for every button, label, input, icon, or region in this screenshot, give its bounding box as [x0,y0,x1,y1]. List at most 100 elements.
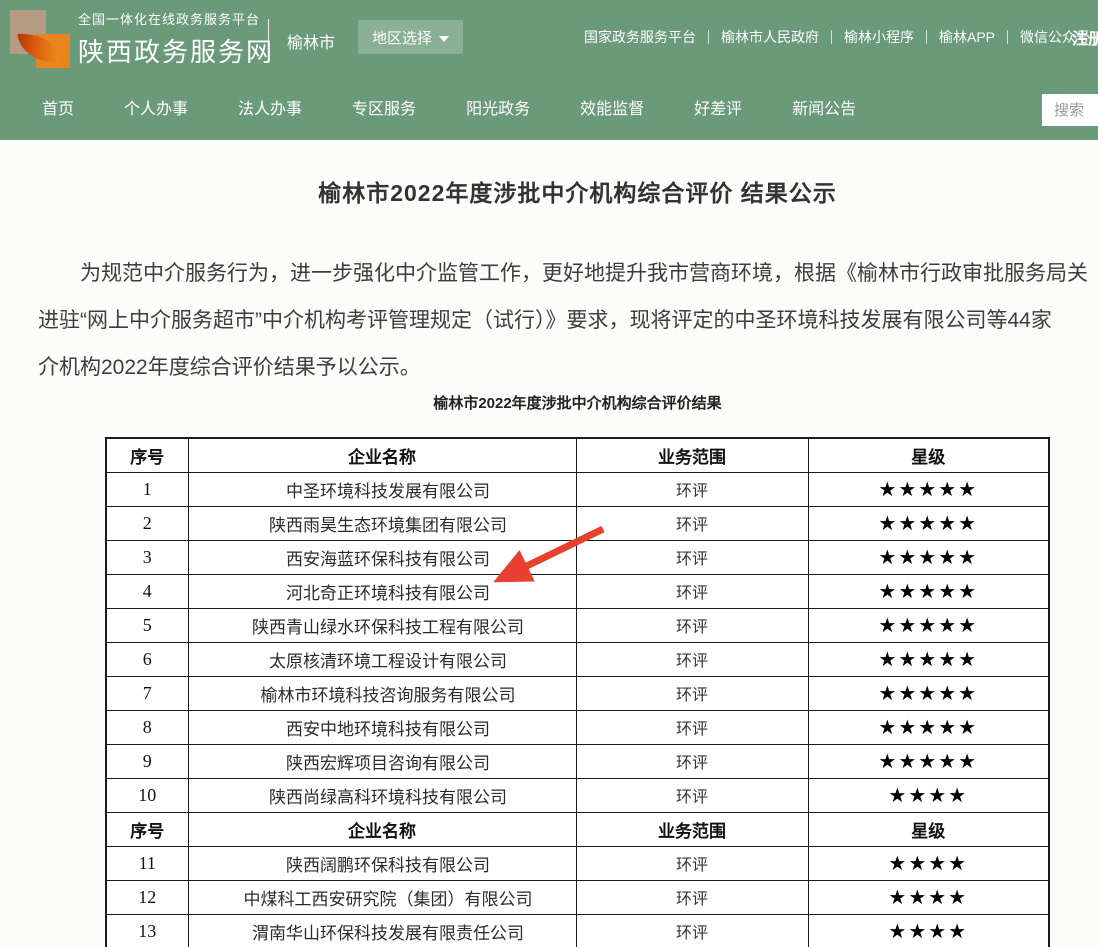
top-links: 国家政务服务平台榆林市人民政府榆林小程序榆林APP微信公众号 [572,27,1098,47]
business-scope-cell: 环评 [576,472,808,506]
star-rating-cell: ★★★★ [808,880,1049,914]
table-row: 9陕西宏辉项目咨询有限公司环评★★★★★ [106,744,1049,778]
row-number-cell: 12 [106,880,188,914]
paragraph-line-1: 为规范中介服务行为，进一步强化中介监管工作，更好地提升我市营商环境，根据《榆林市… [38,250,1098,297]
company-name-cell: 榆林市环境科技咨询服务有限公司 [188,676,576,710]
nav-item-7[interactable]: 好差评 [669,80,767,140]
table-row: 12中煤科工西安研究院（集团）有限公司环评★★★★ [106,880,1049,914]
star-rating-cell: ★★★★★ [808,540,1049,574]
table-row: 7榆林市环境科技咨询服务有限公司环评★★★★★ [106,676,1049,710]
business-scope-cell: 环评 [576,574,808,608]
star-rating-cell: ★★★★ [808,846,1049,880]
current-city-link[interactable]: 榆林市 [287,29,335,53]
row-number-cell: 4 [106,574,188,608]
table-row: 4河北奇正环境科技有限公司环评★★★★★ [106,574,1049,608]
nav-item-5[interactable]: 阳光政务 [441,80,555,140]
table-row: 5陕西青山绿水环保科技工程有限公司环评★★★★★ [106,608,1049,642]
star-rating-cell: ★★★★ [808,914,1049,947]
site-logo [10,8,70,68]
row-number-cell: 13 [106,914,188,947]
site-title: 陕西政务服务网 [78,32,274,69]
nav-item-8[interactable]: 新闻公告 [767,80,881,140]
business-scope-cell: 环评 [576,540,808,574]
brand-text: 全国一体化在线政务服务平台 陕西政务服务网 [78,9,274,69]
company-name-cell: 西安中地环境科技有限公司 [188,710,576,744]
nav-item-2[interactable]: 个人办事 [99,80,213,140]
company-name-cell: 渭南华山环保科技发展有限责任公司 [188,914,576,947]
site-header: 全国一体化在线政务服务平台 陕西政务服务网 榆林市 地区选择 国家政务服务平台榆… [0,0,1098,80]
company-name-cell: 中圣环境科技发展有限公司 [188,472,576,506]
paragraph-line-2: 进驻“网上中介服务超市”中介机构考评管理规定（试行）》要求，现将评定的中圣环境科… [38,297,1098,344]
table-header-row: 序号企业名称业务范围星级 [106,438,1049,472]
row-number-cell: 11 [106,846,188,880]
company-name-cell: 陕西尚绿高科环境科技有限公司 [188,778,576,812]
column-header: 星级 [808,812,1049,846]
business-scope-cell: 环评 [576,608,808,642]
header-divider [268,19,269,57]
company-name-cell: 陕西青山绿水环保科技工程有限公司 [188,608,576,642]
row-number-cell: 1 [106,472,188,506]
table-row: 3西安海蓝环保科技有限公司环评★★★★★ [106,540,1049,574]
column-header: 序号 [106,812,188,846]
search-input[interactable] [1042,94,1098,126]
star-rating-cell: ★★★★★ [808,710,1049,744]
star-rating-cell: ★★★★ [808,778,1049,812]
region-selector-label: 地区选择 [372,30,432,47]
column-header: 星级 [808,438,1049,472]
top-link-4[interactable]: 榆林APP [927,27,1007,47]
top-link-3[interactable]: 榆林小程序 [832,27,926,47]
company-name-cell: 中煤科工西安研究院（集团）有限公司 [188,880,576,914]
table-row: 10陕西尚绿高科环境科技有限公司环评★★★★ [106,778,1049,812]
business-scope-cell: 环评 [576,744,808,778]
table-header-row: 序号企业名称业务范围星级 [106,812,1049,846]
table-row: 1中圣环境科技发展有限公司环评★★★★★ [106,472,1049,506]
evaluation-table: 序号企业名称业务范围星级1中圣环境科技发展有限公司环评★★★★★2陕西雨昊生态环… [105,437,1050,947]
nav-item-3[interactable]: 法人办事 [213,80,327,140]
company-name-cell: 陕西雨昊生态环境集团有限公司 [188,506,576,540]
star-rating-cell: ★★★★★ [808,676,1049,710]
table-row: 8西安中地环境科技有限公司环评★★★★★ [106,710,1049,744]
row-number-cell: 7 [106,676,188,710]
article-paragraph: 为规范中介服务行为，进一步强化中介监管工作，更好地提升我市营商环境，根据《榆林市… [0,250,1098,391]
page-title: 榆林市2022年度涉批中介机构综合评价 结果公示 [0,176,1098,210]
business-scope-cell: 环评 [576,676,808,710]
nav-item-1[interactable]: 首页 [17,80,99,140]
table-row: 13渭南华山环保科技发展有限责任公司环评★★★★ [106,914,1049,947]
table-row: 2陕西雨昊生态环境集团有限公司环评★★★★★ [106,506,1049,540]
nav-item-6[interactable]: 效能监督 [555,80,669,140]
star-rating-cell: ★★★★★ [808,574,1049,608]
business-scope-cell: 环评 [576,710,808,744]
company-name-cell: 陕西宏辉项目咨询有限公司 [188,744,576,778]
table-row: 6太原核清环境工程设计有限公司环评★★★★★ [106,642,1049,676]
article: 榆林市2022年度涉批中介机构综合评价 结果公示 为规范中介服务行为，进一步强化… [0,176,1098,947]
top-link-1[interactable]: 国家政务服务平台 [572,27,708,47]
company-name-cell: 河北奇正环境科技有限公司 [188,574,576,608]
company-name-cell: 西安海蓝环保科技有限公司 [188,540,576,574]
column-header: 序号 [106,438,188,472]
main-nav: 首页个人办事法人办事专区服务阳光政务效能监督好差评新闻公告 [0,80,1098,140]
register-link[interactable]: 注册 [1072,25,1098,49]
row-number-cell: 5 [106,608,188,642]
star-rating-cell: ★★★★★ [808,642,1049,676]
evaluation-table-body: 序号企业名称业务范围星级1中圣环境科技发展有限公司环评★★★★★2陕西雨昊生态环… [106,438,1049,947]
table-row: 11陕西阔鹏环保科技有限公司环评★★★★ [106,846,1049,880]
platform-tagline: 全国一体化在线政务服务平台 [78,9,274,28]
company-name-cell: 陕西阔鹏环保科技有限公司 [188,846,576,880]
row-number-cell: 6 [106,642,188,676]
business-scope-cell: 环评 [576,642,808,676]
nav-item-4[interactable]: 专区服务 [327,80,441,140]
star-rating-cell: ★★★★★ [808,472,1049,506]
star-rating-cell: ★★★★★ [808,744,1049,778]
business-scope-cell: 环评 [576,778,808,812]
table-caption: 榆林市2022年度涉批中介机构综合评价结果 [0,393,1098,415]
row-number-cell: 9 [106,744,188,778]
column-header: 企业名称 [188,812,576,846]
column-header: 企业名称 [188,438,576,472]
row-number-cell: 8 [106,710,188,744]
nav-items: 首页个人办事法人办事专区服务阳光政务效能监督好差评新闻公告 [0,80,1098,140]
company-name-cell: 太原核清环境工程设计有限公司 [188,642,576,676]
star-rating-cell: ★★★★★ [808,608,1049,642]
region-selector-button[interactable]: 地区选择 [358,20,463,54]
business-scope-cell: 环评 [576,846,808,880]
top-link-2[interactable]: 榆林市人民政府 [709,27,831,47]
